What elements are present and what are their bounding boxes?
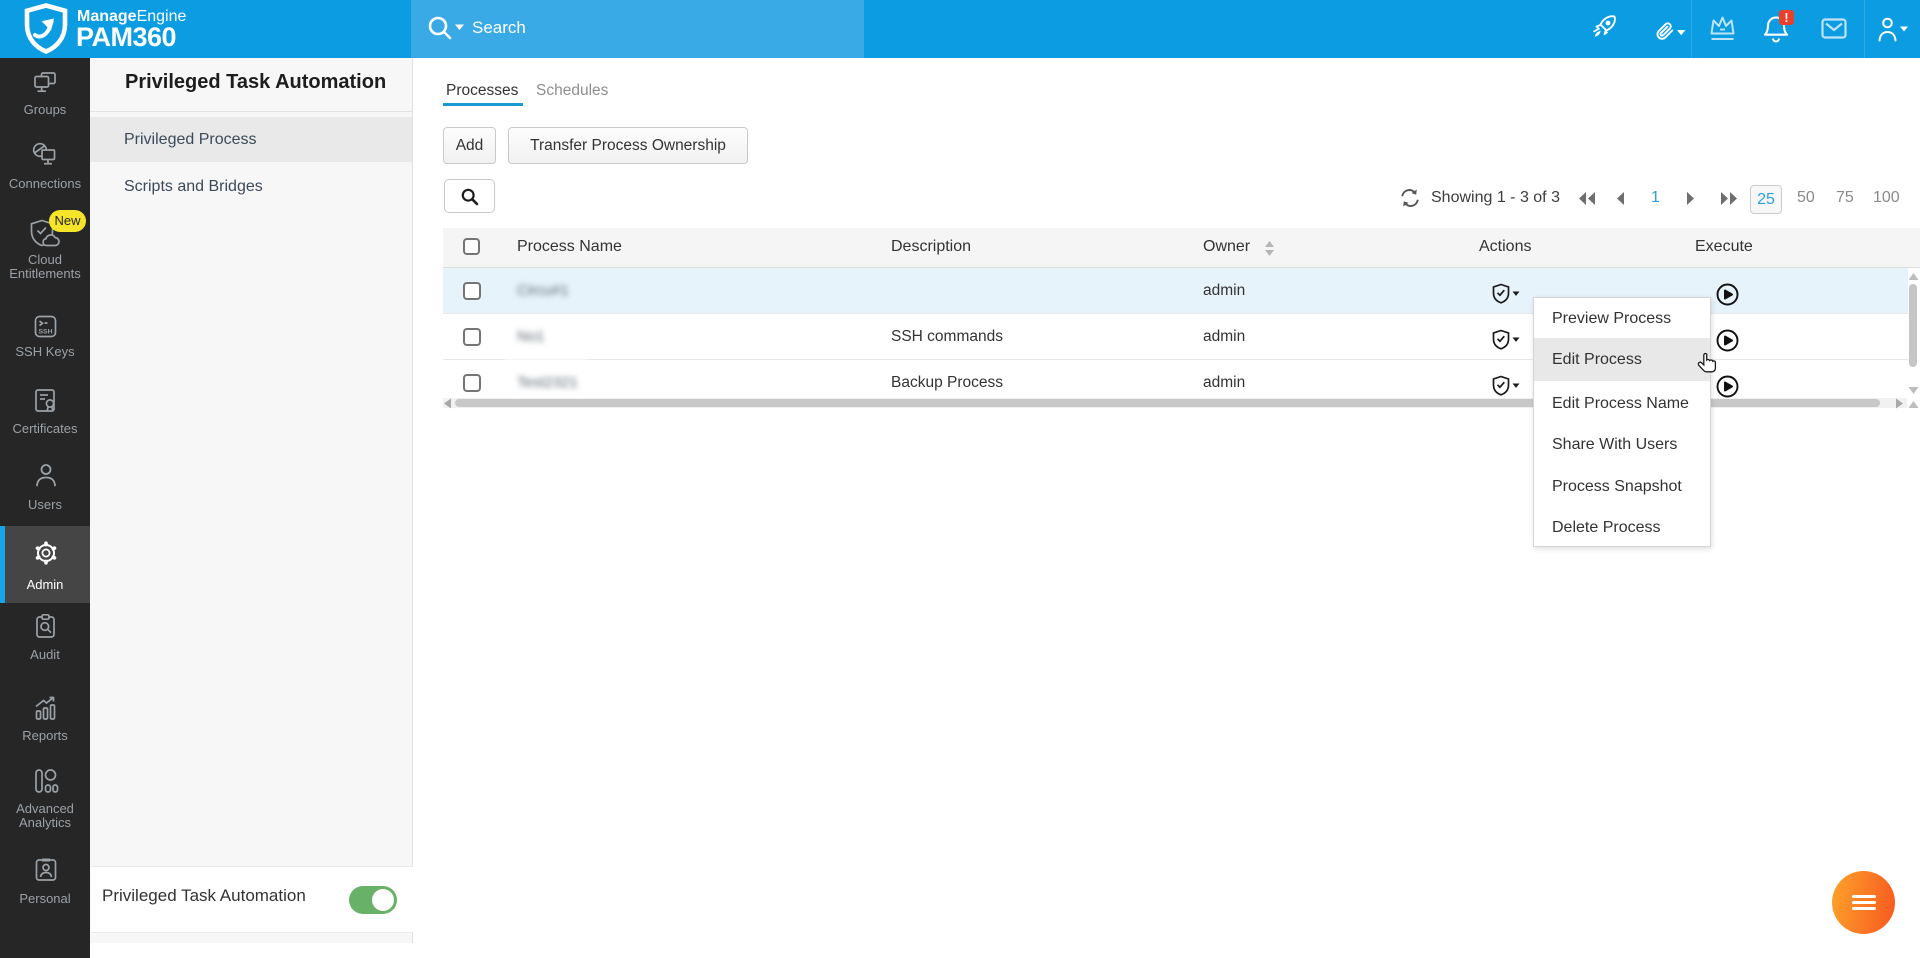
svg-text:!: ! (1784, 11, 1788, 25)
svg-text:SSH: SSH (39, 329, 53, 336)
